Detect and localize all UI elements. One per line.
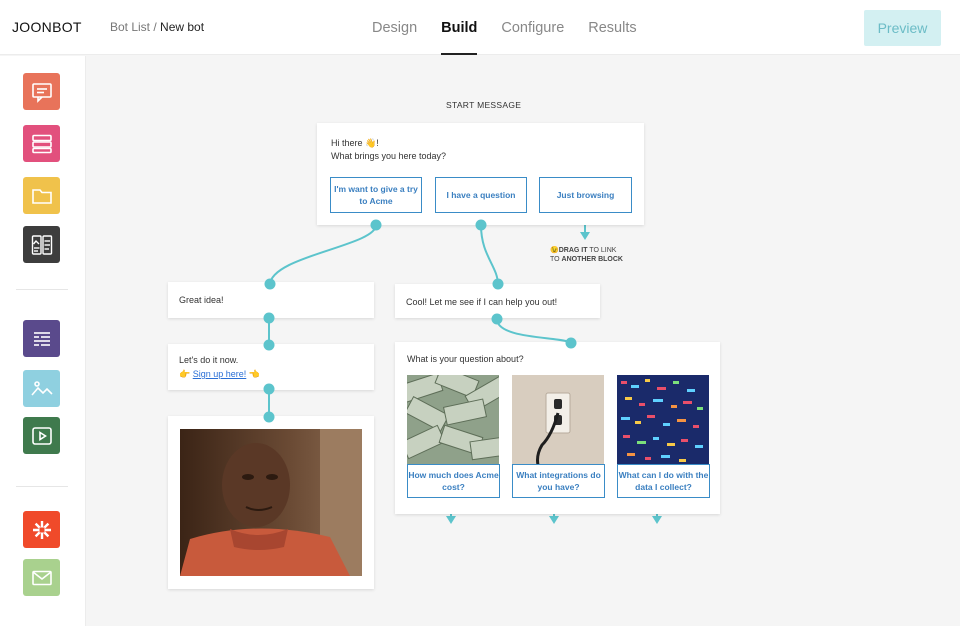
tab-configure[interactable]: Configure bbox=[489, 0, 576, 55]
arrowhead bbox=[652, 516, 662, 524]
drag-hint: 😉DRAG IT TO LINK TO ANOTHER BLOCK bbox=[550, 246, 623, 264]
great-idea-text: Great idea! bbox=[179, 295, 224, 305]
arrowhead bbox=[549, 516, 559, 524]
zapier-icon bbox=[32, 520, 51, 539]
cool-card[interactable]: Cool! Let me see if I can help you out! bbox=[395, 284, 600, 318]
video-icon bbox=[31, 426, 52, 445]
image-icon bbox=[30, 380, 53, 396]
signup-card[interactable]: Let's do it now. 👉 Sign up here! 👈 bbox=[168, 344, 374, 390]
flow-canvas[interactable]: START MESSAGE Hi there 👋! What brings yo… bbox=[87, 56, 960, 626]
arrowhead bbox=[446, 516, 456, 524]
mail-icon bbox=[31, 570, 52, 585]
image-block-button[interactable] bbox=[23, 370, 60, 407]
tab-build[interactable]: Build bbox=[429, 0, 489, 55]
wire-question-to-cool bbox=[480, 224, 499, 286]
great-idea-card[interactable]: Great idea! bbox=[168, 282, 374, 318]
tab-results[interactable]: Results bbox=[576, 0, 648, 55]
top-bar: JOONBOT Bot List / New bot Design Build … bbox=[0, 0, 960, 55]
question-title: What is your question about? bbox=[407, 354, 524, 364]
start-message-line1: Hi there 👋! bbox=[331, 138, 379, 148]
email-block-button[interactable] bbox=[23, 559, 60, 596]
block-palette-sidebar bbox=[0, 56, 86, 626]
stack-icon bbox=[31, 134, 52, 153]
wire-cool-to-question bbox=[496, 318, 572, 345]
wire-acme-to-great-idea bbox=[269, 224, 377, 286]
folder-icon bbox=[31, 188, 52, 204]
data-visualization-image bbox=[617, 375, 709, 465]
wink-emoji: 😉 bbox=[550, 247, 559, 254]
video-block-button[interactable] bbox=[23, 417, 60, 454]
form-icon bbox=[33, 331, 50, 346]
message-block-button[interactable] bbox=[23, 73, 60, 110]
form-block-button[interactable] bbox=[23, 320, 60, 357]
folder-block-button[interactable] bbox=[23, 177, 60, 214]
lets-do-text: Let's do it now. bbox=[179, 355, 239, 365]
sidebar-divider bbox=[16, 289, 68, 290]
drag-hint-bold: DRAG IT bbox=[558, 247, 588, 254]
choice-try-acme[interactable]: I'm want to give a try to Acme bbox=[330, 177, 422, 213]
question-card[interactable]: What is your question about? How much do… bbox=[395, 342, 720, 514]
pointing-left-emoji: 👈 bbox=[248, 369, 261, 379]
signup-link[interactable]: Sign up here! bbox=[193, 369, 247, 379]
start-message-card[interactable]: Hi there 👋! What brings you here today? … bbox=[317, 123, 644, 225]
option-acme-cost[interactable]: How much does Acme cost? bbox=[407, 464, 500, 498]
image-card[interactable] bbox=[168, 416, 374, 589]
tab-design[interactable]: Design bbox=[360, 0, 429, 55]
breadcrumb: Bot List / New bot bbox=[110, 20, 204, 34]
signup-line: 👉 Sign up here! 👈 bbox=[179, 368, 260, 381]
drag-hint-bold2: ANOTHER BLOCK bbox=[561, 256, 623, 263]
zapier-block-button[interactable] bbox=[23, 511, 60, 548]
sidebar-divider bbox=[16, 486, 68, 487]
money-image bbox=[407, 375, 499, 465]
drag-hint-text2: TO bbox=[550, 256, 562, 263]
message-icon bbox=[31, 82, 52, 103]
drag-hint-text: TO LINK bbox=[587, 247, 617, 254]
breadcrumb-separator: / bbox=[150, 20, 161, 34]
gallery-block-button[interactable] bbox=[23, 226, 60, 263]
breadcrumb-current: New bot bbox=[160, 20, 205, 34]
buttons-block-button[interactable] bbox=[23, 125, 60, 162]
option-data-collect[interactable]: What can I do with the data I collect? bbox=[617, 464, 710, 498]
app-logo[interactable]: JOONBOT bbox=[12, 19, 82, 35]
power-outlet-image bbox=[512, 375, 604, 465]
start-message-line2: What brings you here today? bbox=[331, 151, 447, 161]
start-message-label: START MESSAGE bbox=[446, 100, 522, 110]
shaq-gif-image bbox=[180, 429, 362, 576]
main-tabs: Design Build Configure Results bbox=[360, 0, 649, 55]
preview-button[interactable]: Preview bbox=[864, 10, 941, 46]
pointing-right-emoji: 👉 bbox=[179, 369, 191, 379]
option-integrations[interactable]: What integrations do you have? bbox=[512, 464, 605, 498]
choice-have-question[interactable]: I have a question bbox=[435, 177, 527, 213]
arrowhead bbox=[580, 232, 590, 240]
gallery-cards-icon bbox=[31, 234, 52, 255]
breadcrumb-bot-list[interactable]: Bot List bbox=[110, 20, 150, 34]
cool-text: Cool! Let me see if I can help you out! bbox=[406, 297, 558, 307]
choice-just-browsing[interactable]: Just browsing bbox=[539, 177, 632, 213]
